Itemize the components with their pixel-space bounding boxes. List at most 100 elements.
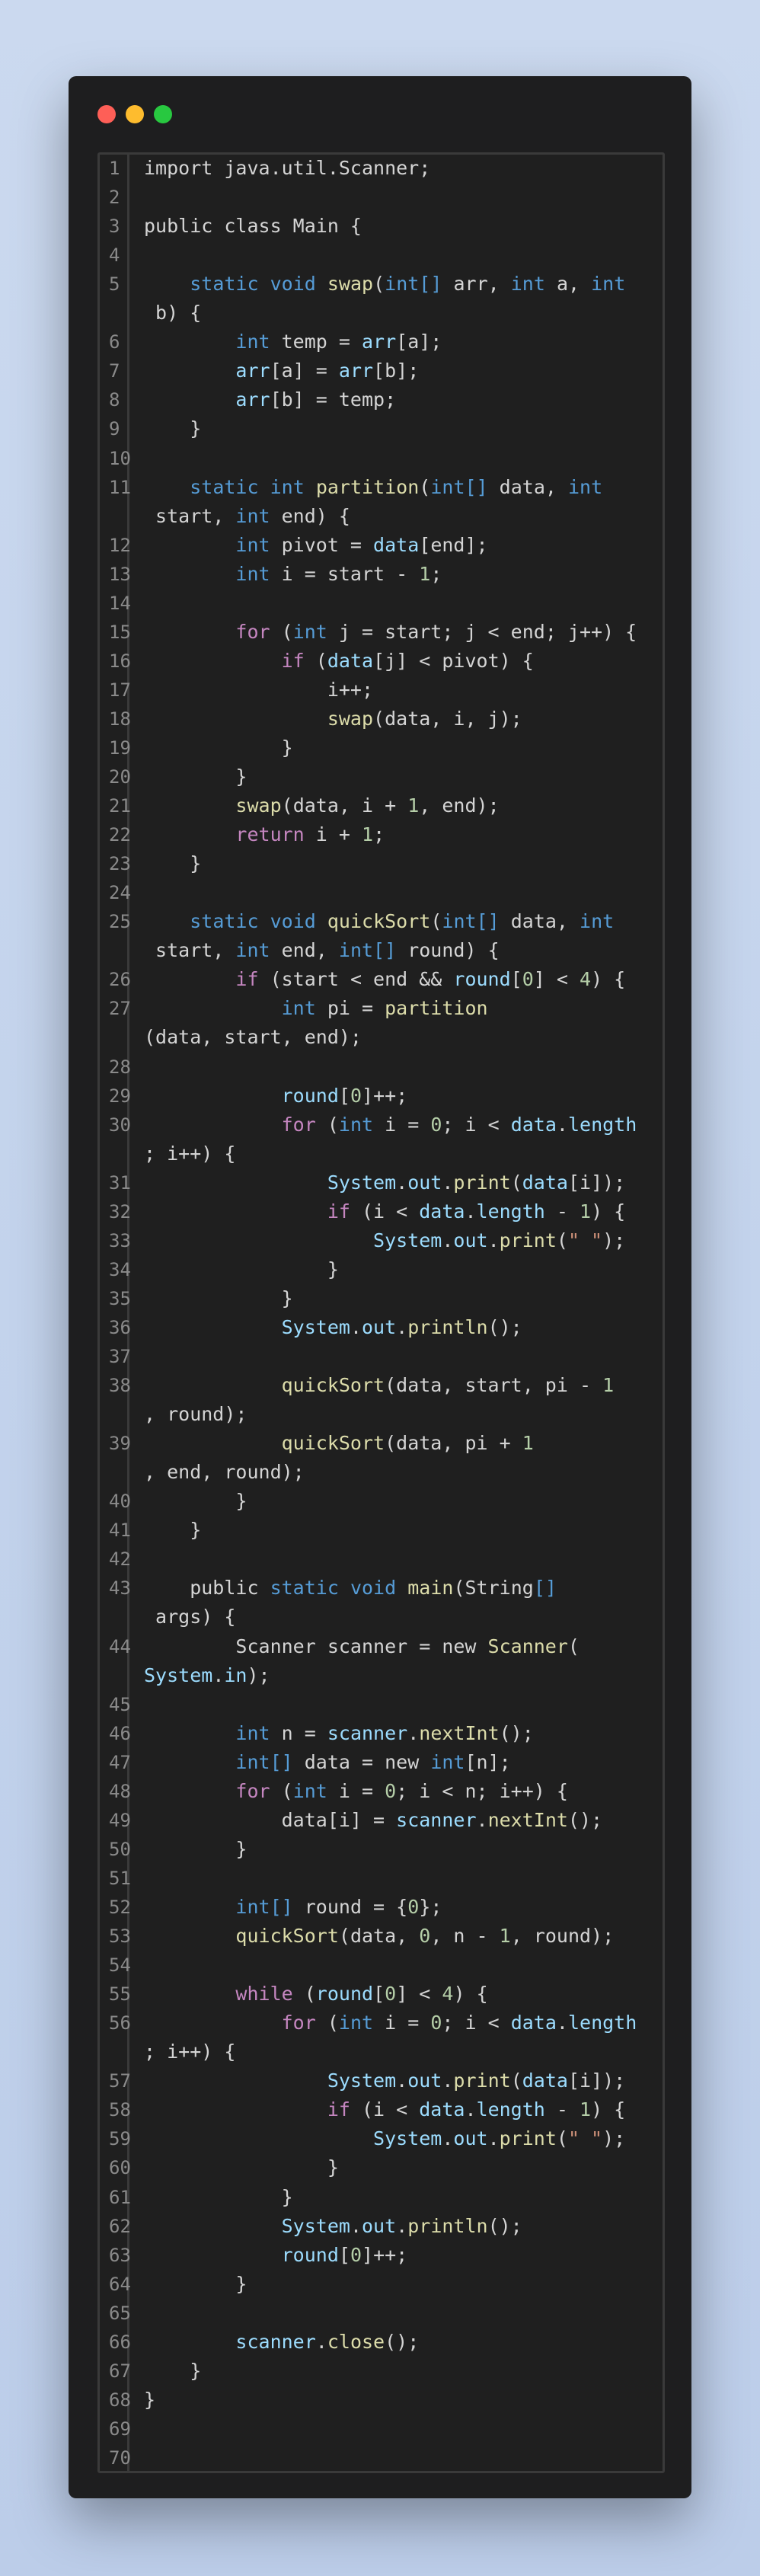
- code-token: ();: [385, 2330, 420, 2353]
- line-number: 6: [109, 331, 120, 353]
- code-token: .: [442, 1171, 454, 1194]
- code-token: for: [235, 1779, 270, 1802]
- maximize-dot-icon[interactable]: [154, 105, 172, 123]
- code-line: 36 System.out.println();: [100, 1314, 663, 1343]
- code-token: }: [144, 2156, 339, 2179]
- code-token: [a] =: [270, 360, 339, 382]
- code-text: if (start < end && round[0] < 4) {: [144, 965, 663, 994]
- code-token: (: [315, 1113, 339, 1136]
- code-token: .: [442, 2069, 454, 2092]
- code-text: while (round[0] < 4) {: [144, 1980, 663, 2009]
- code-token: int: [338, 2012, 374, 2034]
- code-token: data: [373, 533, 420, 556]
- line-number: 22: [109, 824, 131, 846]
- code-token: int: [235, 939, 270, 962]
- line-number: 21: [109, 795, 131, 817]
- code-token: }: [144, 1258, 339, 1280]
- code-token: swap: [327, 707, 374, 730]
- code-token: int[]: [385, 273, 442, 296]
- code-token: start,: [144, 939, 236, 962]
- code-token: print: [499, 2127, 557, 2150]
- code-token: for: [281, 1113, 316, 1136]
- close-dot-icon[interactable]: [97, 105, 116, 123]
- line-number: 58: [109, 2099, 131, 2121]
- code-line: 39 quickSort(data, pi + 1 , end, round);: [100, 1430, 663, 1488]
- code-token: int: [235, 562, 270, 585]
- minimize-dot-icon[interactable]: [126, 105, 144, 123]
- code-line: 40 }: [100, 1488, 663, 1517]
- code-line: 48 for (int i = 0; i < n; i++) {: [100, 1778, 663, 1807]
- code-token: (String: [453, 1577, 534, 1600]
- line-number: 68: [109, 2389, 131, 2411]
- code-line: 17 i++;: [100, 676, 663, 705]
- code-token: int: [430, 1750, 465, 1773]
- line-number: 14: [109, 592, 131, 614]
- code-token: );: [602, 1229, 626, 1251]
- code-line: 55 while (round[0] < 4) {: [100, 1980, 663, 2009]
- code-token: quickSort: [235, 1925, 339, 1948]
- code-text: static void swap(int[] arr, int a, int: [144, 270, 663, 299]
- code-text: }: [144, 2183, 663, 2212]
- code-text: for (int i = 0; i < n; i++) {: [144, 1777, 663, 1806]
- code-line: 37: [100, 1343, 663, 1372]
- code-line: 25 static void quickSort(int[] data, int…: [100, 908, 663, 966]
- code-token: length: [476, 1200, 545, 1222]
- code-line: 23 }: [100, 850, 663, 879]
- code-text: static int partition(int[] data, int: [144, 473, 663, 502]
- code-text: }: [144, 2270, 663, 2299]
- code-token: start,: [144, 504, 236, 527]
- code-line: 8 arr[b] = temp;: [100, 386, 663, 415]
- line-number: 57: [109, 2070, 131, 2092]
- code-line: 15 for (int j = start; j < end; j++) {: [100, 618, 663, 647]
- code-line: 16 if (data[j] < pivot) {: [100, 647, 663, 676]
- line-number: 32: [109, 1200, 131, 1222]
- code-token: import java.util.Scanner;: [144, 157, 431, 179]
- code-token: , end);: [419, 794, 500, 817]
- code-token: 1: [580, 2098, 592, 2121]
- code-token: data[i] =: [144, 1808, 397, 1831]
- code-token: }: [144, 2185, 293, 2208]
- line-number: 61: [109, 2186, 131, 2208]
- code-token: int: [591, 273, 626, 296]
- code-token: int: [292, 1779, 327, 1802]
- code-text: int i = start - 1;: [144, 560, 663, 589]
- code-token: (: [315, 2012, 339, 2034]
- code-token: }: [144, 765, 247, 788]
- code-line: 33 System.out.print(" ");: [100, 1227, 663, 1256]
- code-token: [i]);: [567, 1171, 626, 1194]
- code-token: ();: [487, 2214, 522, 2237]
- code-text: public class Main {: [144, 212, 663, 241]
- code-line: 20 }: [100, 763, 663, 792]
- code-token: 4: [442, 1983, 454, 2006]
- line-number: 2: [109, 187, 120, 209]
- code-text: , end, round);: [144, 1458, 663, 1487]
- code-token: int: [270, 475, 305, 498]
- code-line: 43 public static void main(String[] args…: [100, 1574, 663, 1632]
- code-token: pivot =: [270, 533, 374, 556]
- code-editor[interactable]: 1 import java.util.Scanner; 2 3 public class…: [97, 152, 665, 2473]
- line-number: 16: [109, 650, 131, 672]
- code-text: swap(data, i + 1, end);: [144, 791, 663, 820]
- code-line: 70: [100, 2444, 663, 2473]
- line-number: 30: [109, 1114, 131, 1136]
- code-text: for (int j = start; j < end; j++) {: [144, 618, 663, 647]
- code-token: int: [338, 1113, 374, 1136]
- line-number: 27: [109, 998, 131, 1020]
- code-token: int: [235, 331, 270, 353]
- code-token: (data, pi +: [385, 1432, 522, 1455]
- code-token: }: [144, 417, 202, 440]
- code-token: int[]: [235, 1750, 293, 1773]
- code-token: ();: [567, 1808, 603, 1831]
- code-line: 12 int pivot = data[end];: [100, 532, 663, 561]
- line-number: 11: [109, 476, 131, 498]
- code-token: .: [396, 2069, 408, 2092]
